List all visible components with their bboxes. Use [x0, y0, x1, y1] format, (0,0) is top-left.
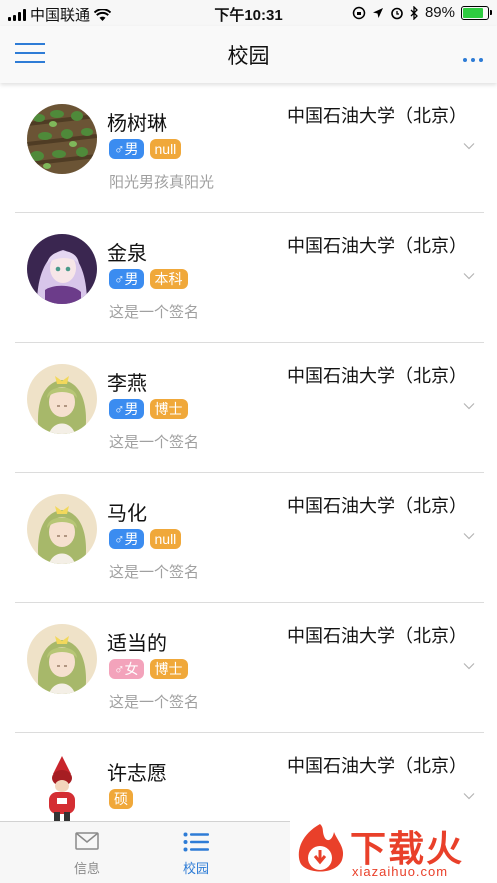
list-icon	[183, 832, 209, 852]
mail-icon	[75, 832, 99, 850]
tag-group: ♂男 null	[109, 529, 182, 549]
tab-info-label: 信息	[73, 861, 100, 876]
gender-tag: ♂女	[109, 659, 144, 679]
tag-group: ♂男 博士	[109, 399, 188, 419]
alarm-icon	[391, 7, 403, 19]
status-right: 89%	[352, 4, 492, 21]
school-label: 中国石油大学（北京）	[287, 366, 467, 386]
degree-tag: null	[149, 139, 182, 159]
user-name: 适当的	[107, 633, 167, 655]
watermark-url: xiazaihuo.com	[352, 864, 449, 879]
user-name: 许志愿	[107, 763, 167, 785]
gender-tag: ♂男	[109, 139, 144, 159]
tab-info[interactable]: 信息	[37, 822, 137, 883]
tag-group: ♂女 博士	[109, 659, 188, 679]
chevron-down-icon[interactable]	[463, 790, 475, 802]
bluetooth-icon	[410, 5, 418, 20]
chevron-down-icon[interactable]	[463, 400, 475, 412]
degree-tag: 博士	[149, 399, 188, 419]
avatar[interactable]	[27, 494, 97, 564]
user-name: 金泉	[107, 243, 147, 265]
signature: 这是一个签名	[109, 434, 200, 451]
gender-tag: ♂男	[109, 529, 144, 549]
avatar[interactable]	[27, 624, 97, 694]
degree-tag: 硕	[109, 789, 133, 809]
user-list-item[interactable]: 马化 中国石油大学（北京） ♂男 null 这是一个签名	[0, 473, 497, 603]
page-title: 校园	[227, 45, 270, 68]
gender-tag: ♂男	[109, 269, 144, 289]
signature: 阳光男孩真阳光	[109, 174, 215, 191]
user-name: 李燕	[107, 373, 147, 395]
user-name: 马化	[107, 503, 147, 525]
flame-logo-icon	[298, 824, 344, 872]
chevron-down-icon[interactable]	[463, 660, 475, 672]
avatar[interactable]	[27, 104, 97, 174]
avatar[interactable]	[27, 234, 97, 304]
degree-tag: null	[149, 529, 182, 549]
more-options-button[interactable]	[463, 58, 483, 62]
watermark: 下载火 xiazaihuo.com	[290, 818, 497, 883]
tag-group: 硕	[109, 789, 133, 809]
signature: 这是一个签名	[109, 564, 200, 581]
degree-tag: 博士	[149, 659, 188, 679]
signature: 这是一个签名	[109, 304, 200, 321]
degree-tag: 本科	[149, 269, 188, 289]
avatar[interactable]	[27, 364, 97, 434]
status-bar: 中国联通 下午10:31 89%	[0, 0, 497, 26]
signature: 这是一个签名	[109, 694, 200, 711]
rotation-lock-icon	[352, 6, 366, 19]
tab-campus[interactable]: 校园	[146, 822, 246, 883]
chevron-down-icon[interactable]	[463, 270, 475, 282]
chevron-down-icon[interactable]	[463, 530, 475, 542]
battery-icon	[461, 5, 492, 20]
school-label: 中国石油大学（北京）	[287, 236, 467, 256]
avatar[interactable]	[27, 754, 97, 824]
school-label: 中国石油大学（北京）	[287, 496, 467, 516]
user-list-item[interactable]: 适当的 中国石油大学（北京） ♂女 博士这是一个签名	[0, 603, 497, 733]
chevron-down-icon[interactable]	[463, 140, 475, 152]
tag-group: ♂男 null	[109, 139, 182, 159]
tab-campus-label: 校园	[182, 861, 209, 876]
user-list-item[interactable]: 金泉 中国石油大学（北京） ♂男 本科这是一个签名	[0, 213, 497, 343]
location-icon	[372, 7, 383, 18]
user-list-item[interactable]: 李燕 中国石油大学（北京） ♂男 博士这是一个签名	[0, 343, 497, 473]
school-label: 中国石油大学（北京）	[287, 626, 467, 646]
tag-group: ♂男 本科	[109, 269, 188, 289]
user-name: 杨树琳	[107, 113, 167, 135]
nav-bar: 校园	[0, 26, 497, 83]
user-list-item[interactable]: 杨树琳 中国石油大学（北京） ♂男 null 阳光男孩真阳光	[0, 83, 497, 213]
school-label: 中国石油大学（北京）	[287, 756, 467, 776]
battery-percent: 89%	[424, 4, 455, 21]
school-label: 中国石油大学（北京）	[287, 106, 467, 126]
user-list: 杨树琳 中国石油大学（北京） ♂男 null 阳光男孩真阳光 金泉 中国石油大学（北京） ♂男…	[0, 83, 497, 863]
gender-tag: ♂男	[109, 399, 144, 419]
